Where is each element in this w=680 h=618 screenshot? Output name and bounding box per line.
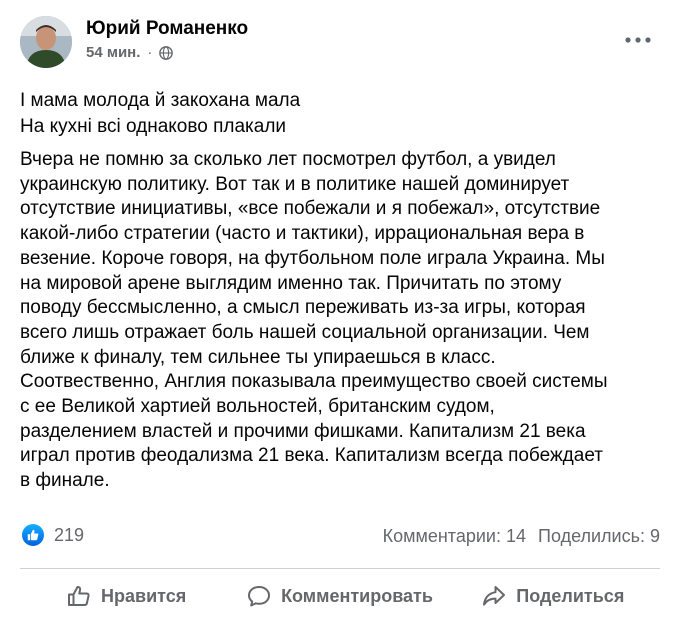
thumbs-up-icon [68,585,90,606]
shares-count[interactable]: Поделились: 9 [538,526,660,547]
more-options-icon [625,37,651,43]
post-time[interactable]: 54 мин. [86,44,140,61]
share-icon [483,586,506,606]
divider [20,568,660,569]
post-card: Юрий Романенко 54 мин. · І мама молода й… [0,0,680,618]
post-meta: 54 мин. · [86,44,174,61]
comments-count[interactable]: Комментарии: 14 [383,526,526,547]
globe-icon[interactable] [159,45,174,60]
post-text: Вчера не помню за сколько лет посмотрел … [20,149,608,492]
share-label: Поделиться [516,585,625,606]
like-label: Нравится [101,585,187,606]
more-options-button[interactable] [618,26,658,54]
comment-button[interactable]: Комментировать [233,576,446,616]
author-name[interactable]: Юрий Романенко [86,18,248,40]
meta-separator: · [147,44,153,61]
comment-label: Комментировать [281,585,433,606]
like-button[interactable]: Нравится [20,576,233,616]
avatar[interactable] [20,16,72,68]
share-button[interactable]: Поделиться [447,576,660,616]
poem-line: І мама молода й закохана мала [20,90,301,111]
like-reaction-icon [22,524,44,546]
poem-line: На кухні всі однаково плакали [20,116,287,137]
avatar-image [20,16,72,68]
post-poem: І мама молода й закохана мала На кухні в… [20,88,660,140]
engagement-stats: Комментарии: 14 Поделились: 9 [383,526,660,547]
reactions-summary[interactable]: 219 [22,524,84,546]
action-bar: Нравится Комментировать Поделиться [20,576,660,616]
reaction-count: 219 [54,524,85,545]
comment-icon [248,586,271,607]
